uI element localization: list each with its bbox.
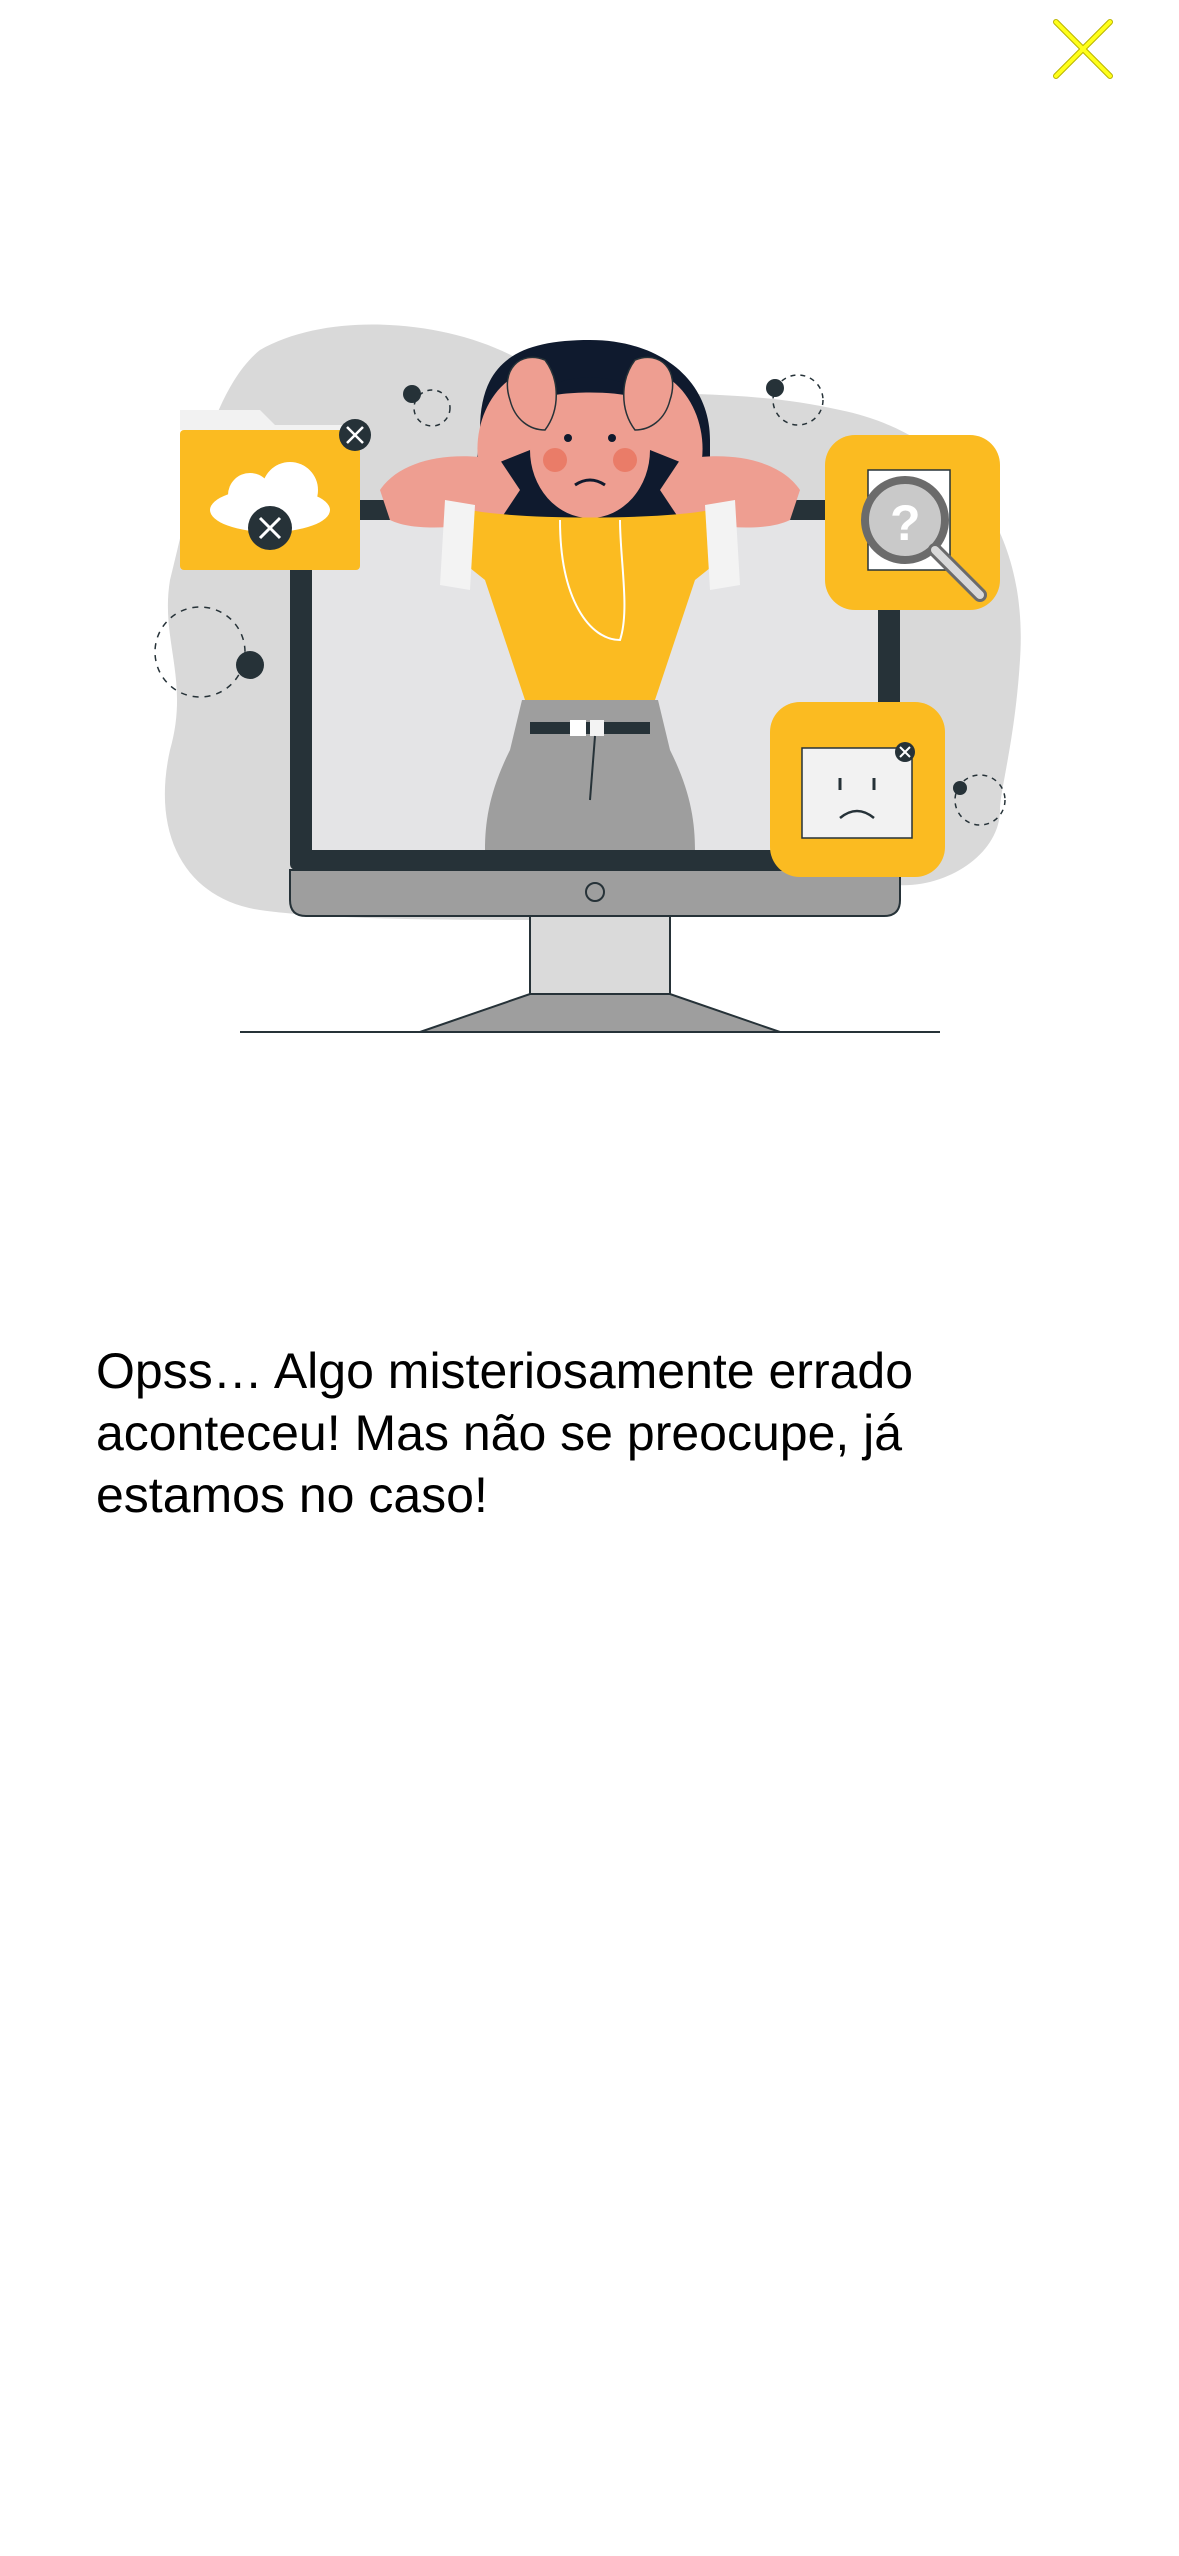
close-button[interactable]	[1048, 14, 1118, 84]
svg-text:?: ?	[890, 495, 921, 551]
close-icon	[1053, 19, 1113, 79]
error-message: Opss… Algo misteriosamente errado aconte…	[96, 1343, 914, 1523]
error-illustration: ?	[150, 320, 1030, 1040]
